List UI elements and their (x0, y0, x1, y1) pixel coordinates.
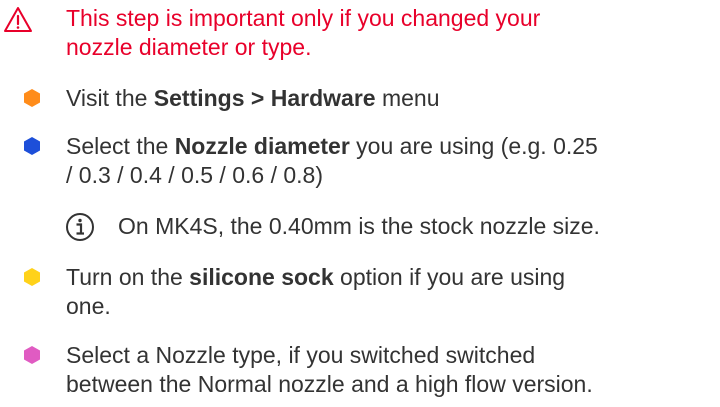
warning-text-line-2: nozzle diameter or type. (66, 34, 312, 60)
step-text-part: option if you are using (333, 264, 566, 290)
step-text-line-2: one. (66, 293, 111, 319)
step-text-part: Select the (66, 133, 175, 159)
step-text-bold: Settings > Hardware (153, 85, 376, 111)
warning-icon (4, 7, 32, 32)
step-text-bold: silicone sock (189, 264, 334, 290)
step-text-part: Visit the (66, 85, 154, 111)
yellow-hexagon-bullet-icon (24, 268, 40, 286)
step-text-part: Turn on the (66, 264, 190, 290)
step-text: Visit the Settings > Hardware menu (66, 84, 440, 113)
info-icon (66, 213, 94, 241)
blue-hexagon-bullet-icon (24, 137, 40, 155)
info-note-text: On MK4S, the 0.40mm is the stock nozzle … (118, 213, 600, 239)
step-text-line-1: Select a Nozzle type, if you switched sw… (66, 342, 536, 368)
step-text-part: you are using (e.g. 0.25 (349, 133, 598, 159)
step-text-line-1: Select the Nozzle diameter you are using… (66, 132, 598, 161)
step-text-line-2: / 0.3 / 0.4 / 0.5 / 0.6 / 0.8) (66, 162, 323, 188)
warning-text-line-1: This step is important only if you chang… (66, 5, 541, 31)
step-text-part: menu (375, 85, 440, 111)
pink-hexagon-bullet-icon (24, 346, 40, 364)
step-text-line-1: Turn on the silicone sock option if you … (66, 263, 565, 292)
step-text-bold: Nozzle diameter (174, 133, 350, 159)
orange-hexagon-bullet-icon (24, 89, 40, 107)
step-text-line-2: between the Normal nozzle and a high flo… (66, 371, 593, 397)
